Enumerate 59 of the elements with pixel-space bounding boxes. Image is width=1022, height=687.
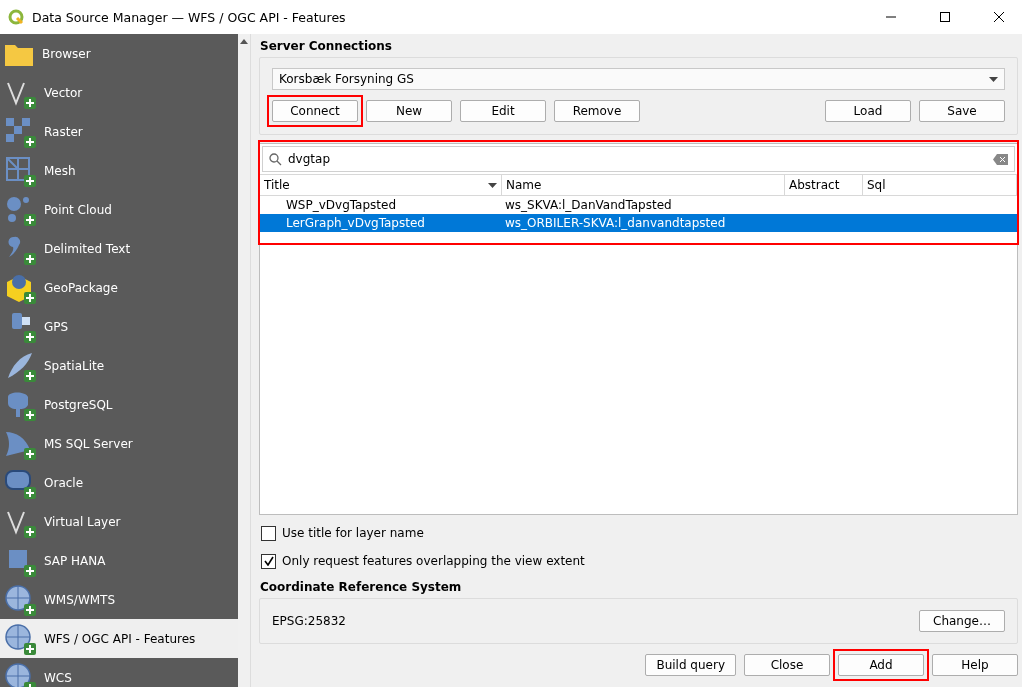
close-icon[interactable]: [994, 12, 1004, 22]
dropdown-caret-icon: [989, 76, 998, 82]
section-title: Coordinate Reference System: [259, 579, 463, 596]
crs-value: EPSG:25832: [272, 614, 346, 628]
sidebar-item[interactable]: WMS/WMTS: [0, 580, 238, 619]
sidebar-item[interactable]: Raster: [0, 112, 238, 151]
sidebar-item[interactable]: Delimited Text: [0, 229, 238, 268]
search-box[interactable]: dvgtap: [262, 146, 1015, 172]
table-cell[interactable]: ws_ORBILER-SKVA:l_danvandtapsted: [502, 214, 785, 232]
sidebar-item[interactable]: Browser: [0, 34, 238, 73]
search-icon: [269, 152, 282, 166]
sidebar-item[interactable]: Mesh: [0, 151, 238, 190]
search-field[interactable]: dvgtap: [288, 152, 987, 166]
provider-icon: [4, 115, 36, 148]
sidebar-item[interactable]: Point Cloud: [0, 190, 238, 229]
column-header[interactable]: Name: [502, 174, 785, 196]
checkbox[interactable]: [261, 525, 276, 541]
toolbar-button[interactable]: Edit: [460, 100, 546, 122]
window-title: Data Source Manager — WFS / OGC API - Features: [32, 9, 347, 25]
maximize-icon[interactable]: [940, 12, 950, 22]
sidebar-item[interactable]: PostgreSQL: [0, 385, 238, 424]
file-button[interactable]: Load: [825, 100, 911, 122]
sidebar-item[interactable]: MS SQL Server: [0, 424, 238, 463]
dialog-button[interactable]: Build query: [645, 654, 736, 676]
dialog-button[interactable]: Add: [838, 654, 924, 676]
sidebar-item[interactable]: Oracle: [0, 463, 238, 502]
toolbar-button[interactable]: Connect: [272, 100, 358, 122]
table-cell[interactable]: LerGraph_vDvgTapsted: [260, 214, 502, 232]
sidebar-item[interactable]: GeoPackage: [0, 268, 238, 307]
table-cell[interactable]: [863, 214, 1017, 232]
column-header[interactable]: Title: [260, 174, 502, 196]
clear-icon[interactable]: [993, 153, 1008, 165]
toolbar-button[interactable]: Remove: [554, 100, 640, 122]
file-button[interactable]: Save: [919, 100, 1005, 122]
app-logo-icon: [8, 9, 24, 25]
change-button[interactable]: Change…: [919, 610, 1005, 632]
sidebar-item[interactable]: Vector: [0, 73, 238, 112]
dialog-button[interactable]: Help: [932, 654, 1018, 676]
sidebar-item[interactable]: GPS: [0, 307, 238, 346]
checkbox-label: Use title for layer name: [282, 526, 424, 540]
dialog-button[interactable]: Close: [744, 654, 830, 676]
sort-caret-icon: [488, 182, 497, 188]
column-header[interactable]: Abstract: [785, 174, 863, 196]
provider-icon: [4, 583, 36, 616]
provider-icon: [4, 154, 36, 187]
sidebar-item[interactable]: WCS: [0, 658, 238, 687]
scroll-up-arrow-icon[interactable]: [240, 38, 248, 44]
connection-dropdown[interactable]: Korsbæk Forsyning GS: [272, 68, 1005, 90]
sidebar-item[interactable]: SAP HANA: [0, 541, 238, 580]
checkbox-label: Only request features overlapping the view extent: [282, 554, 585, 568]
section-title: Server Connections: [259, 38, 393, 55]
provider-icon: [4, 622, 36, 655]
checkbox[interactable]: [261, 553, 276, 569]
sidebar-item[interactable]: Virtual Layer: [0, 502, 238, 541]
toolbar-button[interactable]: New: [366, 100, 452, 122]
sidebar-item[interactable]: WFS / OGC API - Features: [0, 619, 238, 658]
provider-icon: [4, 661, 36, 687]
column-header[interactable]: Sql: [863, 174, 1017, 196]
sidebar-item[interactable]: SpatiaLite: [0, 346, 238, 385]
